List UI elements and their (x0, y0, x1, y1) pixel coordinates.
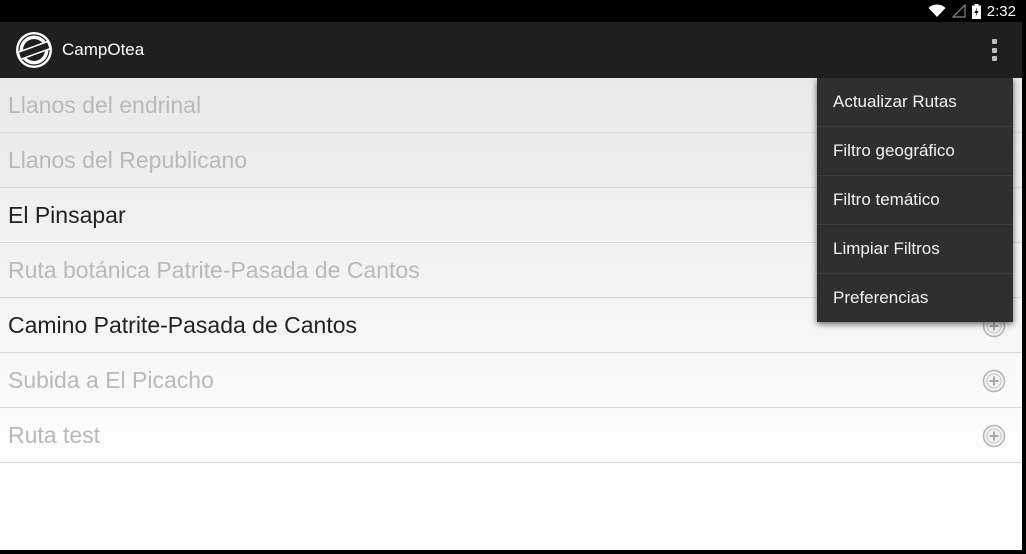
route-row[interactable]: Ruta test (0, 408, 1022, 463)
menu-item-preferences[interactable]: Preferencias (817, 274, 1013, 322)
menu-item-geo-filter[interactable]: Filtro geográfico (817, 127, 1013, 176)
route-name: Llanos del Republicano (8, 146, 248, 173)
battery-charging-icon (971, 3, 981, 19)
action-bar: CampOtea (0, 22, 1022, 78)
status-time: 2:32 (986, 2, 1016, 20)
menu-item-update-routes[interactable]: Actualizar Rutas (817, 78, 1013, 127)
overflow-menu: Actualizar Rutas Filtro geográfico Filtro … (817, 78, 1013, 322)
route-name: Subida a El Picacho (8, 366, 214, 393)
app-title: CampOtea (62, 40, 145, 59)
route-name: Ruta test (8, 421, 101, 448)
menu-item-clear-filters[interactable]: Limpiar Filtros (817, 225, 1013, 274)
more-vertical-icon (991, 39, 997, 44)
menu-item-thematic-filter[interactable]: Filtro temático (817, 176, 1013, 225)
route-row[interactable]: Subida a El Picacho (0, 353, 1022, 408)
wifi-icon (928, 4, 946, 17)
screen-edge (1022, 22, 1026, 554)
route-name: Ruta botánica Patrite-Pasada de Cantos (8, 256, 420, 283)
add-circle-icon[interactable] (982, 369, 1006, 393)
overflow-menu-button[interactable] (982, 38, 1006, 62)
campotea-logo (16, 32, 52, 68)
screen-edge-bottom (0, 550, 1026, 554)
cell-signal-icon (951, 4, 966, 18)
route-name: El Pinsapar (8, 201, 126, 228)
route-name: Camino Patrite-Pasada de Cantos (8, 311, 358, 338)
route-name: Llanos del endrinal (8, 91, 202, 118)
add-circle-icon[interactable] (982, 424, 1006, 448)
status-bar: 2:32 (0, 0, 1026, 22)
